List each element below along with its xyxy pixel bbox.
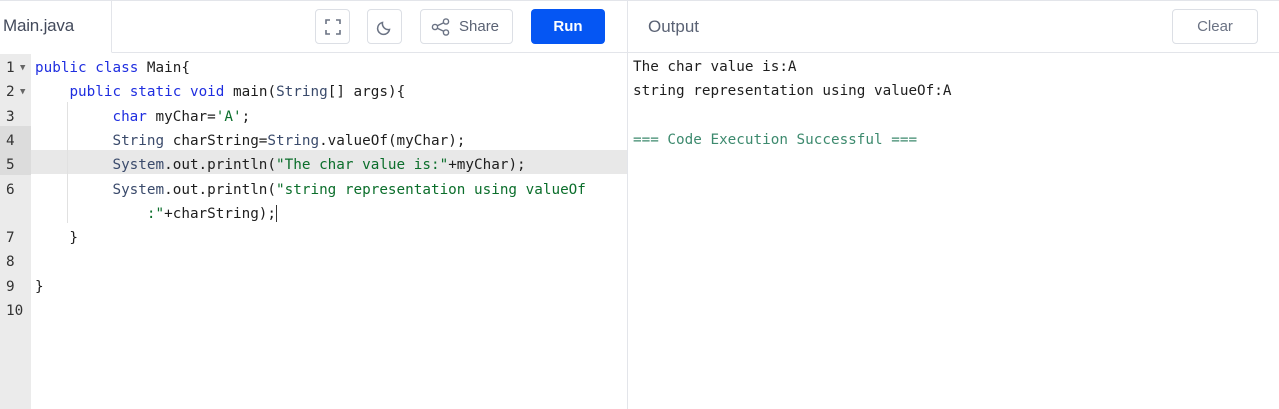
share-button[interactable]: Share: [420, 9, 513, 44]
code-line: 3 char myChar='A';: [0, 105, 627, 129]
fullscreen-button[interactable]: [315, 9, 350, 44]
output-title: Output: [648, 17, 700, 36]
fold-arrow-icon[interactable]: ▼: [20, 80, 25, 104]
output-console: The char value is:A string representatio…: [633, 55, 951, 152]
line-number: 5: [6, 157, 15, 174]
code-line-wrapped: :"+charString);: [0, 202, 627, 226]
code-text: char myChar='A';: [112, 108, 251, 125]
line-number: 7: [6, 230, 15, 247]
moon-icon: [376, 21, 390, 35]
code-line: 8: [0, 250, 627, 274]
line-number: 8: [6, 254, 15, 271]
code-text: System.out.println("string representatio…: [112, 181, 586, 198]
line-number: 3: [6, 108, 15, 125]
code-line: 2 ▼ public static void main(String[] arg…: [0, 80, 627, 104]
code-text: System.out.println("The char value is:"+…: [112, 157, 526, 174]
output-line: The char value is:A: [633, 59, 797, 75]
code-line: 5 System.out.println("The char value is:…: [0, 153, 627, 177]
code-line: 1 ▼ public class Main{: [0, 56, 627, 80]
fullscreen-icon: [324, 18, 341, 35]
fold-arrow-icon[interactable]: ▼: [20, 56, 25, 80]
code-text: :"+charString);: [146, 205, 278, 223]
editor-header: Main.java Share Run: [0, 1, 627, 53]
theme-toggle-button[interactable]: [367, 9, 402, 44]
line-number: 9: [6, 278, 15, 295]
clear-button[interactable]: Clear: [1172, 9, 1258, 44]
share-label: Share: [459, 18, 500, 35]
code-text: }: [35, 230, 79, 247]
output-line: string representation using valueOf:A: [633, 83, 952, 100]
line-number: 6: [6, 181, 15, 198]
code-line: 4 String charString=String.valueOf(myCha…: [0, 129, 627, 153]
output-pane: Output Clear The char value is:A string …: [628, 1, 1279, 409]
code-line: 9 }: [0, 275, 627, 299]
file-tab[interactable]: Main.java: [0, 1, 112, 53]
line-number: 4: [6, 132, 15, 149]
share-icon: [431, 17, 450, 36]
run-button[interactable]: Run: [531, 9, 605, 44]
line-number: 10: [6, 303, 24, 319]
code-text: }: [35, 278, 44, 295]
code-line: 6 System.out.println("string representat…: [0, 178, 627, 202]
line-number: 2: [6, 84, 15, 101]
execution-status: === Code Execution Successful ===: [633, 131, 918, 148]
code-area[interactable]: 1 ▼ public class Main{ 2 ▼ public static…: [0, 54, 627, 409]
editor-pane: Main.java Share Run 1 ▼ public class Mai…: [0, 1, 628, 409]
line-number: 1: [6, 60, 15, 76]
text-cursor: [276, 205, 278, 223]
code-line: 7 }: [0, 226, 627, 250]
file-tab-label: Main.java: [3, 16, 74, 35]
code-line: 10: [0, 299, 627, 323]
code-editor-app: Main.java Share Run 1 ▼ public class Mai…: [0, 0, 1279, 409]
code-text: public static void main(String[] args){: [69, 84, 406, 101]
code-text: String charString=String.valueOf(myChar)…: [112, 132, 466, 149]
code-text: public class Main{: [35, 60, 190, 76]
output-header: Output Clear: [628, 1, 1279, 53]
